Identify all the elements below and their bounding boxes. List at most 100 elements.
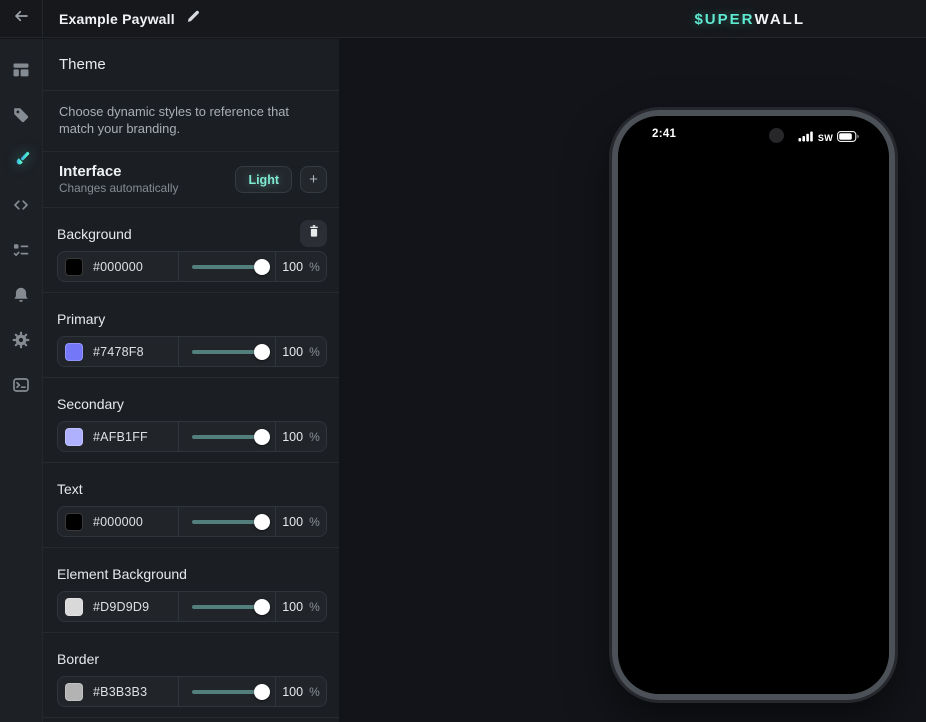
color-label: Element Background <box>57 566 187 582</box>
sidebar-item-layout[interactable] <box>0 47 42 92</box>
slider-thumb[interactable] <box>254 259 270 275</box>
opacity-value[interactable]: 100 <box>282 515 303 529</box>
percent-sign: % <box>309 600 320 614</box>
panel-description: Choose dynamic styles to reference that … <box>43 91 339 152</box>
color-hex-field[interactable]: #B3B3B3 <box>58 677 179 706</box>
sidebar-item-checklist[interactable] <box>0 227 42 272</box>
color-label: Secondary <box>57 396 124 412</box>
color-group-primary: Primary #7478F8 100 % <box>43 293 339 378</box>
opacity-field[interactable]: 100 % <box>276 252 326 281</box>
phone-screen: 2:41 SW <box>618 116 889 694</box>
carrier-label: SW <box>818 133 833 143</box>
color-group-text: Text #000000 100 % <box>43 463 339 548</box>
delete-color-button[interactable] <box>300 220 327 247</box>
top-bar: Example Paywall $UPERWALL <box>0 0 926 38</box>
slider-thumb[interactable] <box>254 599 270 615</box>
camera-dot <box>769 128 784 143</box>
sidebar-item-tag[interactable] <box>0 92 42 137</box>
opacity-field[interactable]: 100 % <box>276 677 326 706</box>
color-label: Text <box>57 481 83 497</box>
interface-mode-button[interactable]: Light <box>235 166 292 193</box>
interface-sublabel: Changes automatically <box>59 181 235 196</box>
gear-icon <box>12 331 30 349</box>
add-interface-button[interactable]: + <box>300 166 327 193</box>
opacity-value[interactable]: 100 <box>282 600 303 614</box>
color-group-element-background: Element Background #D9D9D9 100 % <box>43 548 339 633</box>
opacity-field[interactable]: 100 % <box>276 422 326 451</box>
theme-panel: Theme Choose dynamic styles to reference… <box>43 39 339 722</box>
color-swatch[interactable] <box>65 683 83 701</box>
signal-icon <box>798 129 814 147</box>
opacity-value[interactable]: 100 <box>282 685 303 699</box>
opacity-slider[interactable] <box>179 252 276 281</box>
color-swatch[interactable] <box>65 598 83 616</box>
color-hex-value[interactable]: #B3B3B3 <box>93 685 147 699</box>
opacity-value[interactable]: 100 <box>282 430 303 444</box>
color-hex-value[interactable]: #AFB1FF <box>93 430 148 444</box>
slider-thumb[interactable] <box>254 344 270 360</box>
back-button[interactable] <box>0 0 43 37</box>
console-icon <box>12 376 30 394</box>
color-swatch[interactable] <box>65 513 83 531</box>
page-title: Example Paywall <box>59 11 175 27</box>
color-swatch[interactable] <box>65 258 83 276</box>
sidebar-item-console[interactable] <box>0 362 42 407</box>
opacity-value[interactable]: 100 <box>282 345 303 359</box>
color-swatch[interactable] <box>65 343 83 361</box>
percent-sign: % <box>309 260 320 274</box>
percent-sign: % <box>309 430 320 444</box>
opacity-slider[interactable] <box>179 677 276 706</box>
opacity-value[interactable]: 100 <box>282 260 303 274</box>
color-hex-field[interactable]: #7478F8 <box>58 337 179 366</box>
slider-track[interactable] <box>192 520 262 524</box>
opacity-slider[interactable] <box>179 337 276 366</box>
color-row: #D9D9D9 100 % <box>57 591 327 622</box>
color-group-secondary: Secondary #AFB1FF 100 % <box>43 378 339 463</box>
slider-track[interactable] <box>192 350 262 354</box>
color-hex-field[interactable]: #000000 <box>58 507 179 536</box>
slider-thumb[interactable] <box>254 684 270 700</box>
status-time: 2:41 <box>652 128 676 140</box>
slider-track[interactable] <box>192 605 262 609</box>
logo-accent: $UPER <box>694 11 754 28</box>
percent-sign: % <box>309 345 320 359</box>
color-hex-field[interactable]: #000000 <box>58 252 179 281</box>
color-hex-value[interactable]: #000000 <box>93 260 143 274</box>
sidebar-item-settings[interactable] <box>0 317 42 362</box>
edit-title-button[interactable] <box>185 9 200 29</box>
opacity-field[interactable]: 100 % <box>276 592 326 621</box>
interface-label: Interface <box>59 163 235 181</box>
logo-rest: WALL <box>755 11 806 28</box>
pencil-icon <box>185 9 200 29</box>
opacity-field[interactable]: 100 % <box>276 337 326 366</box>
opacity-slider[interactable] <box>179 422 276 451</box>
color-group-border: Border #B3B3B3 100 % <box>43 633 339 718</box>
color-row: #000000 100 % <box>57 506 327 537</box>
color-swatch[interactable] <box>65 428 83 446</box>
checklist-icon <box>12 241 30 259</box>
color-hex-field[interactable]: #AFB1FF <box>58 422 179 451</box>
slider-thumb[interactable] <box>254 514 270 530</box>
opacity-slider[interactable] <box>179 507 276 536</box>
slider-thumb[interactable] <box>254 429 270 445</box>
opacity-field[interactable]: 100 % <box>276 507 326 536</box>
color-hex-field[interactable]: #D9D9D9 <box>58 592 179 621</box>
percent-sign: % <box>309 515 320 529</box>
color-hex-value[interactable]: #000000 <box>93 515 143 529</box>
interface-row: Interface Changes automatically Light + <box>43 152 339 208</box>
slider-track[interactable] <box>192 690 262 694</box>
layout-icon <box>12 61 30 79</box>
bell-icon <box>12 286 30 304</box>
sidebar-item-theme[interactable] <box>0 137 42 182</box>
color-group-background: Background #000000 100 <box>43 208 339 293</box>
slider-track[interactable] <box>192 265 262 269</box>
color-row: #7478F8 100 % <box>57 336 327 367</box>
slider-track[interactable] <box>192 435 262 439</box>
color-label: Border <box>57 651 99 667</box>
color-hex-value[interactable]: #7478F8 <box>93 345 144 359</box>
color-hex-value[interactable]: #D9D9D9 <box>93 600 149 614</box>
color-row: #000000 100 % <box>57 251 327 282</box>
sidebar-item-notifications[interactable] <box>0 272 42 317</box>
opacity-slider[interactable] <box>179 592 276 621</box>
sidebar-item-code[interactable] <box>0 182 42 227</box>
